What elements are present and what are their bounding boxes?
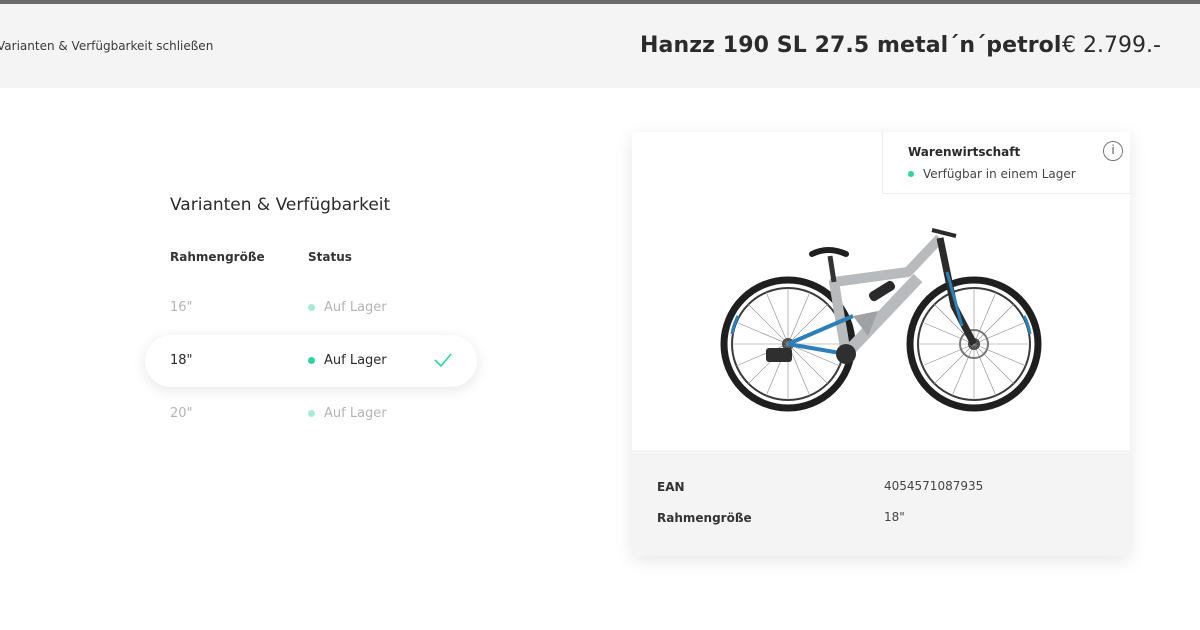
close-variants-link[interactable]: Varianten & Verfügbarkeit schließen [0, 39, 213, 53]
product-price: € 2.799.- [1062, 33, 1161, 58]
status-dot-icon [908, 171, 914, 177]
info-icon[interactable]: i [1103, 141, 1123, 161]
detail-label-frame-size: Rahmengröße [657, 511, 752, 525]
variant-size: 16" [170, 300, 193, 315]
variant-size: 20" [170, 406, 193, 421]
header-bar: Varianten & Verfügbarkeit schließen Hanz… [0, 4, 1200, 88]
check-icon [434, 353, 452, 368]
status-dot-icon [308, 304, 315, 311]
status-dot-icon [308, 357, 315, 364]
variant-status: Auf Lager [308, 300, 387, 315]
variant-status-label: Auf Lager [324, 406, 387, 421]
variants-section-title: Varianten & Verfügbarkeit [170, 195, 391, 215]
variant-size: 18" [170, 353, 193, 368]
stock-status: Verfügbar in einem Lager [908, 167, 1076, 181]
variant-status: Auf Lager [308, 406, 387, 421]
product-title: Hanzz 190 SL 27.5 metal´n´petrol [640, 33, 1062, 58]
column-header-status: Status [308, 250, 352, 264]
mountain-bike-image [720, 228, 1042, 412]
detail-label-ean: EAN [657, 480, 685, 494]
variant-status-label: Auf Lager [324, 353, 387, 368]
detail-value-ean: 4054571087935 [884, 479, 984, 493]
variant-row-20[interactable]: 20" Auf Lager [145, 388, 477, 440]
variant-status-label: Auf Lager [324, 300, 387, 315]
variant-row-16[interactable]: 16" Auf Lager [145, 282, 477, 334]
stock-title: Warenwirtschaft [908, 145, 1021, 159]
stock-info-box: Warenwirtschaft Verfügbar in einem Lager… [882, 132, 1130, 194]
stock-status-label: Verfügbar in einem Lager [923, 167, 1076, 181]
variant-row-18[interactable]: 18" Auf Lager [145, 335, 477, 387]
product-card: Warenwirtschaft Verfügbar in einem Lager… [632, 132, 1130, 556]
variant-status: Auf Lager [308, 353, 387, 368]
column-header-size: Rahmengröße [170, 250, 265, 264]
status-dot-icon [308, 410, 315, 417]
detail-value-frame-size: 18" [884, 510, 905, 524]
product-details: EAN 4054571087935 Rahmengröße 18" [632, 450, 1130, 556]
